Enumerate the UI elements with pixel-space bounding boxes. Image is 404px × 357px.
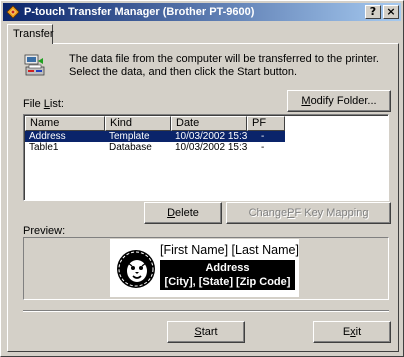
preview-city-line: [City], [State] [Zip Code] — [164, 276, 291, 288]
preview-address-line: Address — [205, 262, 250, 274]
file-list[interactable]: Name Kind Date PF key Address Template 1… — [23, 114, 389, 201]
cell-date: 10/03/2002 15:30 — [171, 131, 247, 142]
change-pf-key-mapping-button[interactable]: Change PF Key Mapping — [226, 202, 391, 224]
table-row[interactable]: Address Template 10/03/2002 15:30 - — [25, 131, 388, 142]
title-bar[interactable]: P-touch Transfer Manager (Brother PT-960… — [3, 3, 401, 21]
cell-kind: Database — [109, 142, 152, 153]
close-button[interactable]: × — [383, 5, 399, 19]
start-button[interactable]: Start — [167, 321, 245, 343]
cell-name: Table1 — [29, 142, 59, 153]
file-list-header: Name Kind Date PF key — [25, 116, 388, 142]
modify-folder-button[interactable]: Modify Folder... — [287, 90, 391, 112]
file-list-label: File List: — [23, 98, 64, 110]
cell-kind: Template — [105, 131, 171, 142]
cell-pfkey: - — [261, 142, 265, 153]
column-header-date[interactable]: Date — [171, 116, 247, 131]
label-preview: [First Name] [Last Name] Address [City],… — [110, 239, 299, 297]
ptouch-app-icon — [6, 5, 20, 19]
column-header-name[interactable]: Name — [25, 116, 105, 131]
preview-name-line: [First Name] [Last Name] — [160, 243, 299, 257]
app-window: P-touch Transfer Manager (Brother PT-960… — [0, 0, 404, 357]
window-title: P-touch Transfer Manager (Brother PT-960… — [24, 6, 255, 18]
preview-address-band: Address [City], [State] [Zip Code] — [160, 260, 295, 290]
cell-date: 10/03/2002 15:30 — [175, 142, 247, 153]
help-button[interactable]: ? — [365, 5, 381, 19]
table-row[interactable]: Table1 Database 10/03/2002 15:30 - — [25, 142, 388, 153]
lion-logo-icon — [117, 250, 155, 288]
tab-transfer-label: Transfer — [13, 28, 54, 40]
preview-label: Preview: — [23, 225, 66, 237]
exit-button[interactable]: Ex it — [313, 321, 391, 343]
delete-button[interactable]: Delete — [144, 202, 222, 224]
footer-divider — [23, 310, 389, 312]
printer-transfer-icon — [24, 54, 45, 76]
tab-transfer[interactable]: Transfer — [7, 24, 54, 44]
cell-name: Address — [25, 131, 105, 142]
cell-pfkey: - — [247, 131, 285, 142]
column-header-kind[interactable]: Kind — [105, 116, 171, 131]
info-text: The data file from the computer will be … — [69, 53, 379, 78]
column-header-pfkey[interactable]: PF key — [247, 116, 285, 142]
